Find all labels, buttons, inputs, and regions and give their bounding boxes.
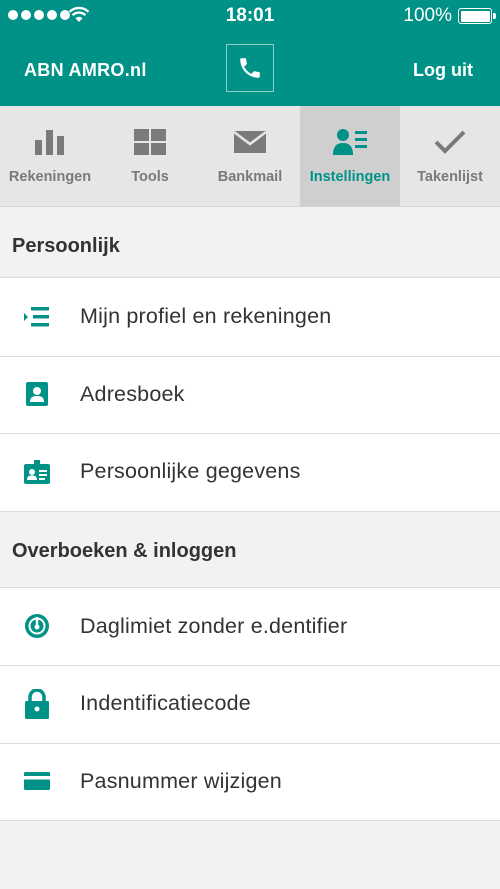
brand-link[interactable]: ABN AMRO.nl [24,60,147,81]
tab-tools[interactable]: Tools [100,106,200,206]
list-item-label: Daglimiet zonder e.dentifier [80,613,348,638]
list-item-persoonlijke-gegevens[interactable]: Persoonlijke gegevens [0,433,500,511]
battery-percentage: 100% [403,5,452,26]
lock-icon [25,688,49,719]
user-settings-icon [333,129,367,155]
tab-bar: Rekeningen Tools Bankmail Instellingen T… [0,106,500,207]
grid-icon [134,129,166,155]
list-item-label: Pasnummer wijzigen [80,768,282,793]
list-item-identificatiecode[interactable]: Indentificatiecode [0,665,500,743]
logout-button[interactable]: Log uit [413,60,473,81]
status-bar: 18:01 100% [0,0,500,32]
list-item-adresboek[interactable]: Adresboek [0,355,500,434]
tab-label: Takenlijst [417,169,483,185]
bar-chart-icon [35,130,64,155]
call-button[interactable] [226,44,274,92]
phone-icon [240,58,260,78]
list-icon [24,306,49,327]
list-item-label: Persoonlijke gegevens [80,459,301,484]
nav-bar: ABN AMRO.nl Log uit [0,32,500,106]
gauge-icon [25,614,49,639]
list-item-daglimiet[interactable]: Daglimiet zonder e.dentifier [0,588,500,666]
tab-label: Tools [131,169,169,185]
settings-list-persoonlijk: Mijn profiel en rekeningen Adresboek Per… [0,277,500,512]
checkmark-icon [434,130,466,154]
list-item-label: Indentificatiecode [80,691,251,716]
section-title-persoonlijk: Persoonlijk [12,235,120,257]
contact-book-icon [26,382,48,407]
app-header: 18:01 100% ABN AMRO.nl Log uit [0,0,500,106]
list-item-label: Mijn profiel en rekeningen [80,304,332,329]
battery-icon [458,8,496,24]
list-item-pasnummer[interactable]: Pasnummer wijzigen [0,742,500,821]
settings-list-overboeken: Daglimiet zonder e.dentifier Indentifica… [0,586,500,821]
list-item-label: Adresboek [80,381,185,406]
tab-instellingen[interactable]: Instellingen [300,106,400,206]
tab-label: Bankmail [217,169,283,185]
list-item-profile[interactable]: Mijn profiel en rekeningen [0,278,500,356]
envelope-icon [233,130,267,153]
tab-takenlijst[interactable]: Takenlijst [400,106,500,206]
card-icon [24,772,50,791]
section-title-overboeken: Overboeken & inloggen [12,539,237,562]
tab-bankmail[interactable]: Bankmail [200,106,300,206]
id-card-icon [24,459,50,484]
tab-label: Rekeningen [8,169,92,185]
tab-label: Instellingen [309,169,391,185]
tab-rekeningen[interactable]: Rekeningen [0,106,100,206]
